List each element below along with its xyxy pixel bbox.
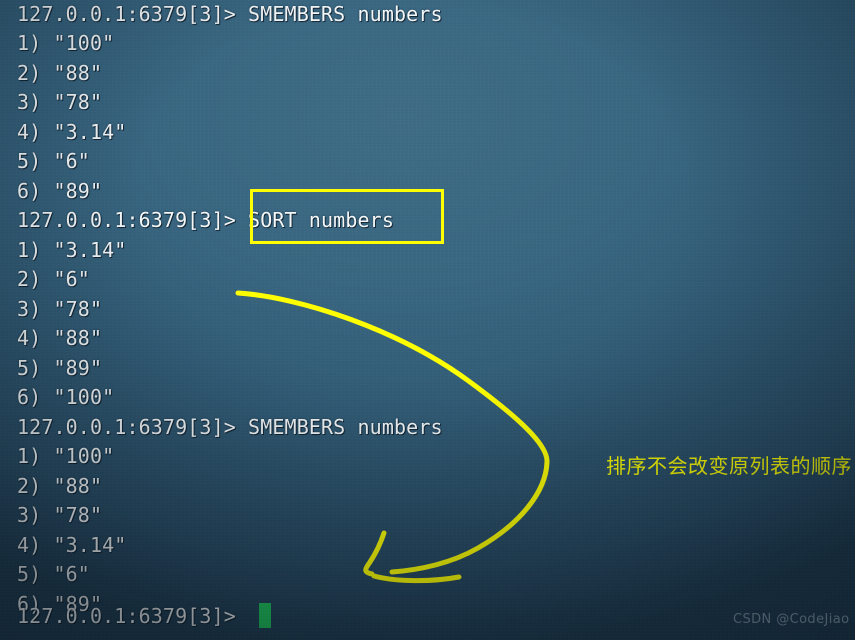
terminal-line: 127.0.0.1:6379[3]> SMEMBERS numbers — [17, 415, 443, 439]
terminal-line: 1) "100" — [17, 444, 115, 468]
terminal-line: 5) "6" — [17, 562, 90, 586]
terminal-line: 4) "88" — [17, 326, 103, 350]
terminal-line: 4) "3.14" — [17, 120, 127, 144]
terminal-line: 5) "89" — [17, 356, 103, 380]
annotation-note-text: 排序不会改变原列表的顺序 — [606, 454, 852, 478]
terminal-screenshot: 127.0.0.1:6379[3]> SMEMBERS numbers 1) "… — [0, 0, 855, 640]
sort-command-highlight-box — [250, 189, 444, 244]
terminal-line: 2) "88" — [17, 474, 103, 498]
terminal-output-area[interactable]: 127.0.0.1:6379[3]> SMEMBERS numbers 1) "… — [0, 0, 855, 640]
terminal-line: 5) "6" — [17, 149, 90, 173]
terminal-line: 3) "78" — [17, 297, 103, 321]
watermark-label: CSDN @CodeJiao — [733, 612, 850, 627]
terminal-line: 2) "6" — [17, 267, 90, 291]
terminal-line: 3) "78" — [17, 503, 103, 527]
terminal-line: 1) "100" — [17, 31, 115, 55]
terminal-line: 3) "78" — [17, 90, 103, 114]
terminal-line: 6) "100" — [17, 385, 115, 409]
terminal-line: 1) "3.14" — [17, 238, 127, 262]
terminal-line: 2) "88" — [17, 61, 103, 85]
terminal-line: 4) "3.14" — [17, 533, 127, 557]
terminal-cursor — [259, 603, 271, 628]
terminal-line: 127.0.0.1:6379[3]> SMEMBERS numbers — [17, 2, 443, 26]
terminal-line: 6) "89" — [17, 179, 103, 203]
terminal-prompt-active: 127.0.0.1:6379[3]> — [17, 604, 236, 628]
